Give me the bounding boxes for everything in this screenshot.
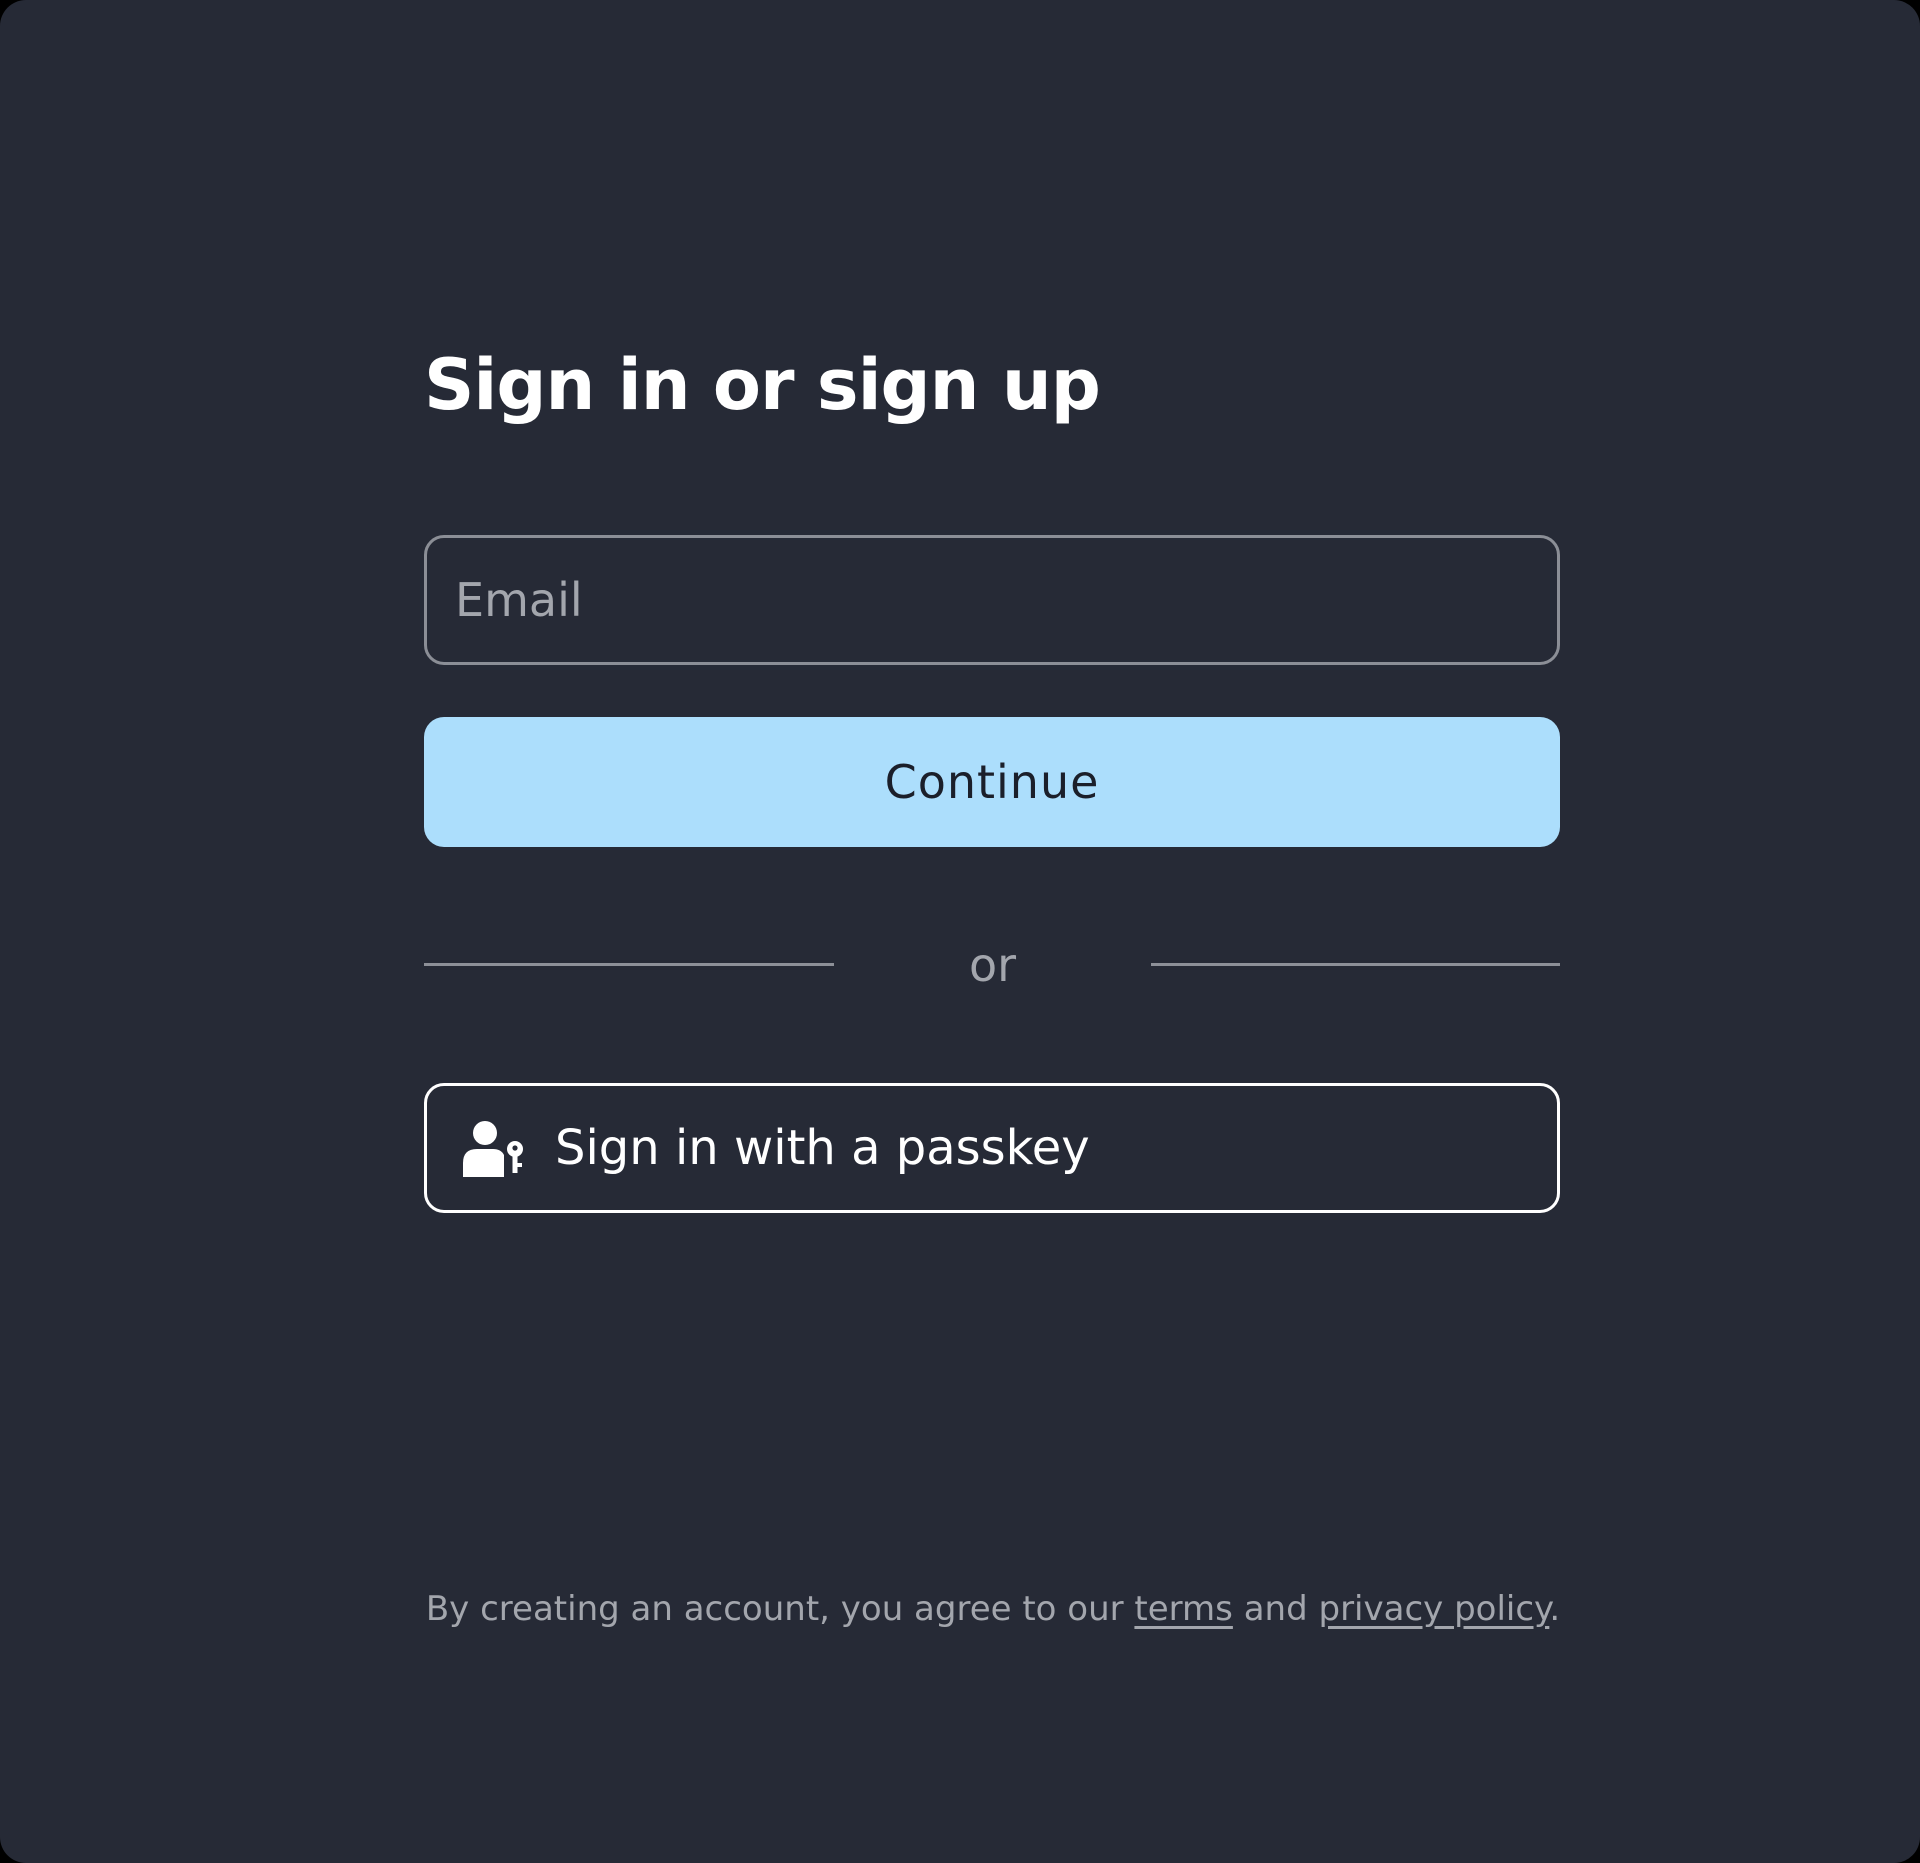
terms-link[interactable]: terms	[1134, 1589, 1232, 1629]
auth-page: Sign in or sign up Continue or Sign in w…	[0, 0, 1920, 1863]
terms-notice-conjunction: and	[1232, 1589, 1319, 1629]
divider-or: or	[968, 938, 1017, 992]
passkey-button-label: Sign in with a passkey	[555, 1120, 1090, 1176]
page-title: Sign in or sign up	[424, 344, 1101, 426]
terms-notice-prefix: By creating an account, you agree to our	[425, 1589, 1135, 1629]
terms-notice: By creating an account, you agree to our…	[0, 1585, 1920, 1633]
divider-right	[1151, 963, 1560, 966]
divider-left	[424, 963, 834, 966]
email-field[interactable]	[424, 535, 1560, 665]
passkey-sign-in-button[interactable]: Sign in with a passkey	[424, 1083, 1560, 1213]
privacy-policy-link[interactable]: privacy policy	[1318, 1589, 1549, 1629]
continue-button[interactable]: Continue	[424, 717, 1560, 847]
user-key-icon	[463, 1119, 525, 1177]
terms-notice-suffix: .	[1549, 1589, 1561, 1629]
